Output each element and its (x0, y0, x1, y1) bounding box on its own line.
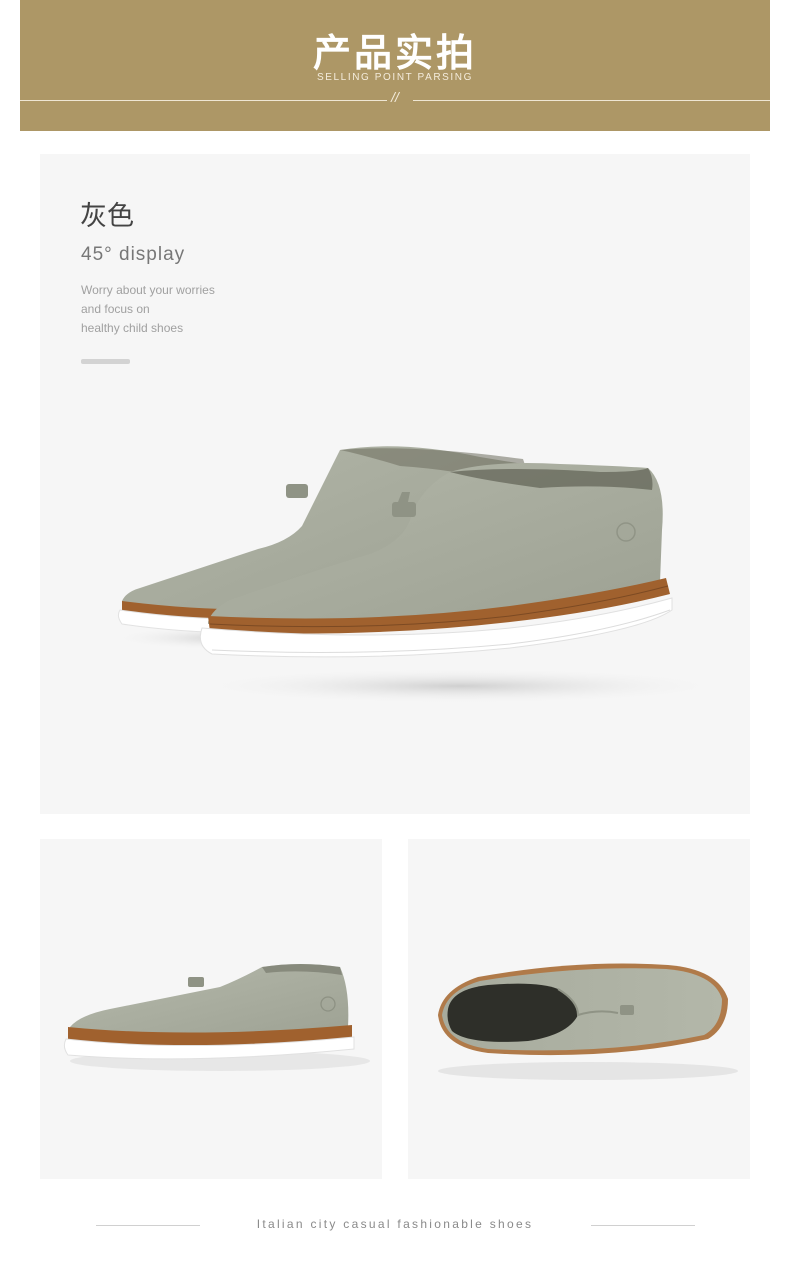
top-view-panel (408, 839, 750, 1179)
shoe-pair-image (110, 446, 730, 704)
section-subtitle: SELLING POINT PARSING (316, 72, 474, 83)
hero-product-panel: 灰色 45° display Worry about your worries … (40, 154, 750, 814)
footer-tagline: Italian city casual fashionable shoes (256, 1217, 534, 1231)
shoe-side-image (63, 964, 370, 1071)
shoe-top-image (438, 963, 738, 1080)
header-banner: 产品实拍 SELLING POINT PARSING // (20, 0, 770, 131)
section-title: 产品实拍 (312, 31, 477, 75)
divider-slash-mark: // (391, 89, 399, 105)
side-view-panel (40, 839, 382, 1179)
